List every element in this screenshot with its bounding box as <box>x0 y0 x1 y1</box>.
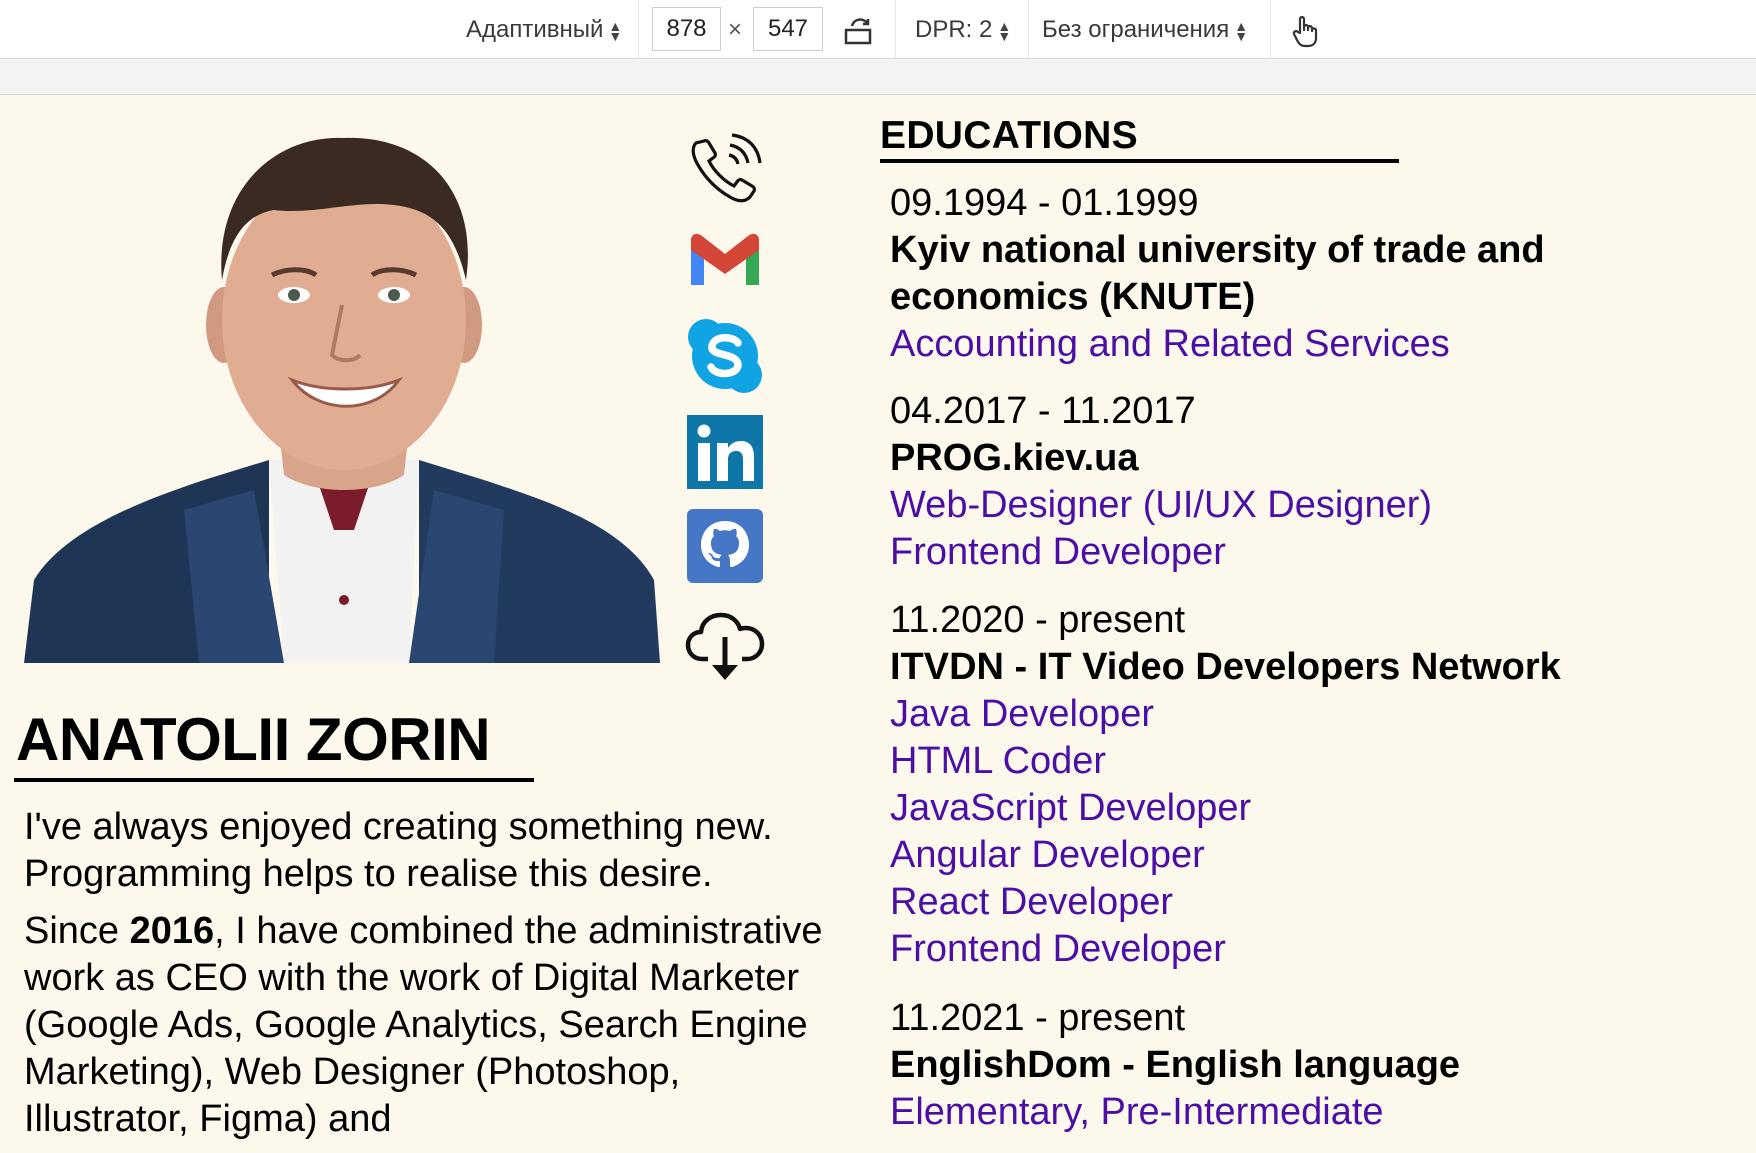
updown-arrows-icon: ▲ ▼ <box>608 17 623 44</box>
toolbar-divider <box>1270 0 1271 58</box>
education-course-link[interactable]: React Developer <box>890 879 1561 926</box>
education-course-link[interactable]: Elementary <box>890 1091 1079 1133</box>
educations-underline <box>880 159 1399 163</box>
skype-icon[interactable] <box>684 315 766 397</box>
devtools-ruler-bar <box>0 59 1756 95</box>
about-text: I've always enjoyed creating something n… <box>24 804 824 1153</box>
education-course-link[interactable]: JavaScript Developer <box>890 785 1561 832</box>
education-course-link[interactable]: Angular Developer <box>890 832 1561 879</box>
toolbar-divider <box>895 0 896 58</box>
device-mode-select[interactable]: Адаптивный ▲ ▼ <box>466 15 622 45</box>
education-school: ITVDN - IT Video Developers Network <box>890 646 1561 688</box>
toolbar-divider <box>638 0 639 58</box>
educations-title: EDUCATIONS <box>880 114 1138 157</box>
cloud-download-icon[interactable] <box>684 607 766 689</box>
about-year: 2016 <box>129 910 215 952</box>
dpr-select[interactable]: DPR: 2 ▲ ▼ <box>915 15 1011 45</box>
device-mode-label: Адаптивный <box>466 16 604 43</box>
profile-name: ANATOLII ZORIN <box>16 706 491 773</box>
gmail-icon[interactable] <box>684 230 766 290</box>
education-entry: 11.2021 - present EnglishDom - English l… <box>890 995 1460 1136</box>
course-separator: , <box>1079 1091 1101 1133</box>
dpr-label: DPR: 2 <box>915 16 993 43</box>
toolbar-divider <box>1028 0 1029 58</box>
education-date: 11.2021 - present <box>890 997 1186 1039</box>
phone-icon[interactable] <box>684 125 766 207</box>
education-course-link[interactable]: Accounting and Related Services <box>890 321 1610 368</box>
education-entry: 04.2017 - 11.2017 PROG.kiev.ua Web-Desig… <box>890 388 1432 576</box>
education-course-link[interactable]: Java Developer <box>890 691 1561 738</box>
profile-photo <box>24 130 660 663</box>
about-paragraph: I've always enjoyed creating something n… <box>24 806 773 895</box>
github-icon[interactable] <box>684 507 766 585</box>
education-course-link[interactable]: Pre-Intermediate <box>1101 1091 1384 1133</box>
dimension-separator: × <box>728 16 743 43</box>
education-course-link[interactable]: HTML Coder <box>890 738 1561 785</box>
viewport-height-input[interactable] <box>753 7 823 51</box>
education-date: 04.2017 - 11.2017 <box>890 390 1196 432</box>
education-school: PROG.kiev.ua <box>890 437 1139 479</box>
touch-hand-icon[interactable] <box>1291 13 1321 49</box>
education-date: 11.2020 - present <box>890 599 1186 641</box>
education-date: 09.1994 - 01.1999 <box>890 182 1199 224</box>
education-course-link[interactable]: Frontend Developer <box>890 926 1561 973</box>
viewport-width-input[interactable] <box>652 7 721 51</box>
education-school: EnglishDom - English language <box>890 1044 1461 1086</box>
education-course-row: Elementary, Pre-Intermediate <box>890 1089 1460 1136</box>
education-entry: 09.1994 - 01.1999 Kyiv national universi… <box>890 180 1610 368</box>
education-course-link[interactable]: Frontend Developer <box>890 529 1432 576</box>
throttling-select[interactable]: Без ограничения ▲ ▼ <box>1042 15 1248 45</box>
education-course-link[interactable]: Web-Designer (UI/UX Designer) <box>890 482 1432 529</box>
devtools-toolbar: Адаптивный▲▼ × DPR: 2▲▼ Без ограничения▲… <box>0 0 1756 59</box>
throttling-label: Без ограничения <box>1042 16 1230 43</box>
updown-arrows-icon: ▲ ▼ <box>997 17 1012 44</box>
education-school: Kyiv national university of trade and ec… <box>890 229 1545 318</box>
name-underline <box>14 778 534 782</box>
updown-arrows-icon: ▲ ▼ <box>1234 17 1249 44</box>
rotate-icon[interactable] <box>842 14 878 46</box>
about-paragraph: Since 2016, I have combined the administ… <box>24 908 824 1143</box>
education-entry: 11.2020 - present ITVDN - IT Video Devel… <box>890 597 1561 973</box>
linkedin-icon[interactable] <box>684 413 766 491</box>
about-text-segment: Since <box>24 910 130 952</box>
